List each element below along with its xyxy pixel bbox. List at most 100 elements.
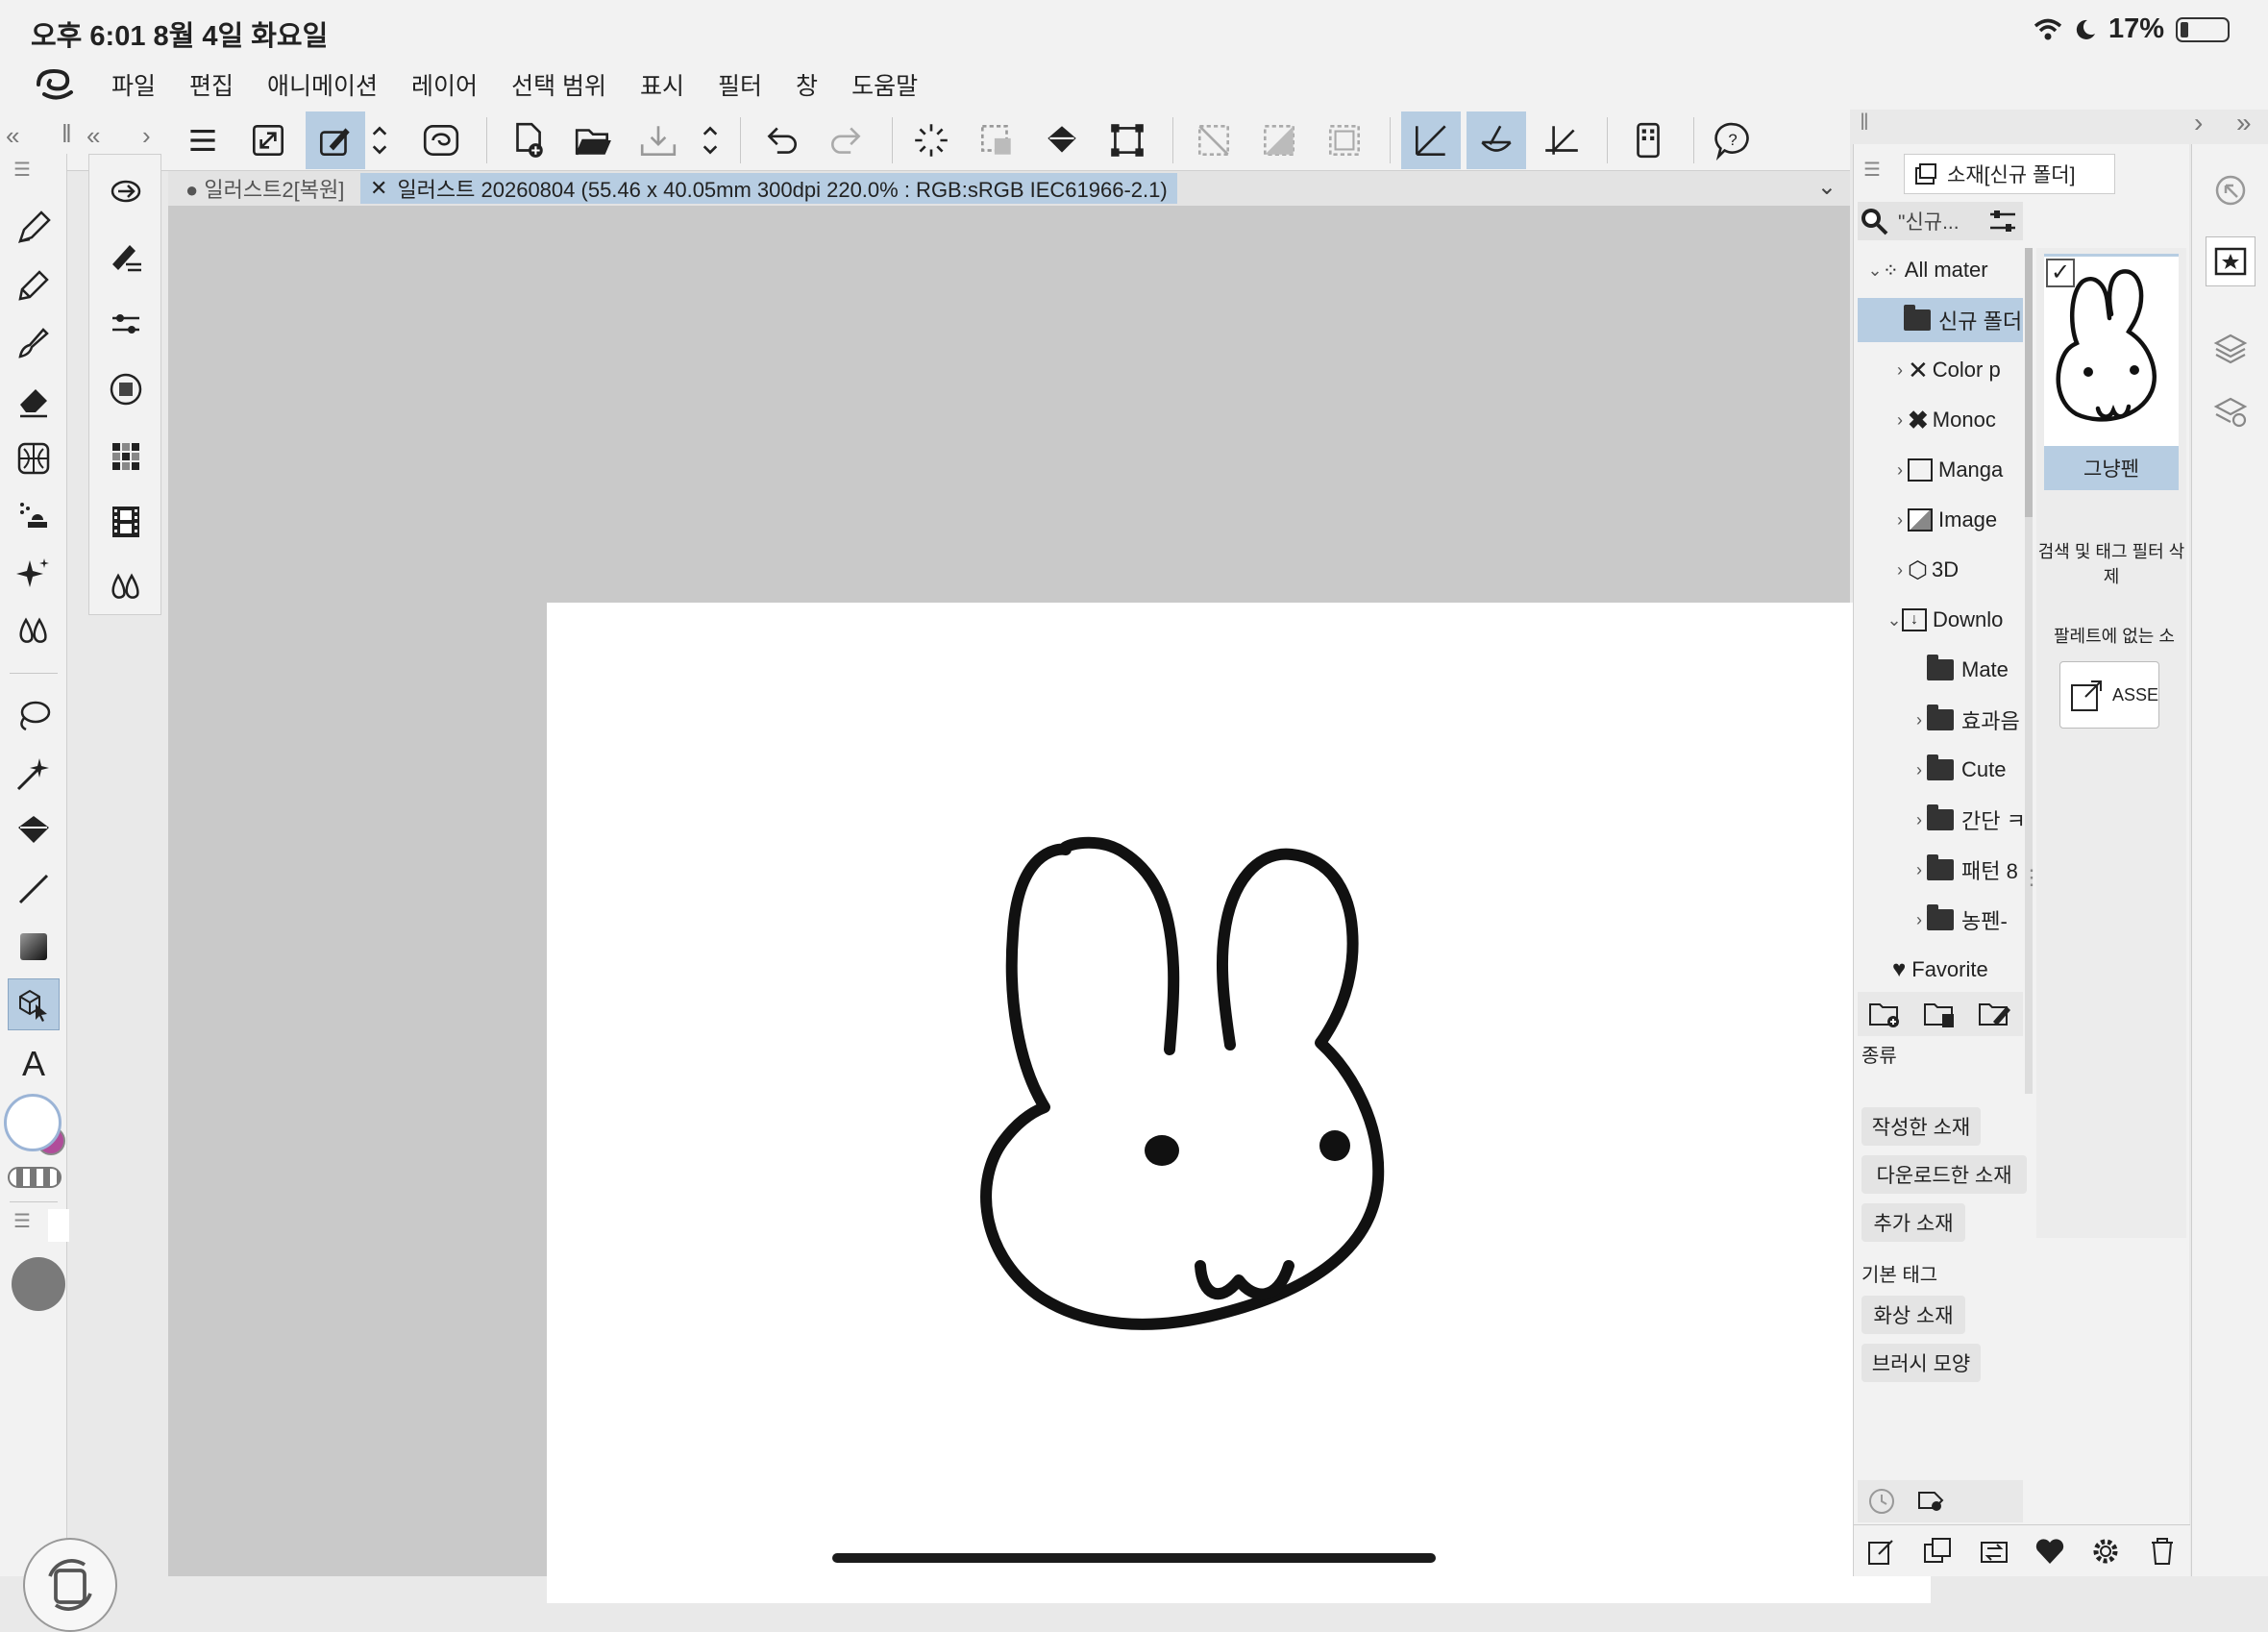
layers-button[interactable] — [2206, 323, 2256, 373]
transform-button[interactable] — [1097, 111, 1157, 169]
tree-item-3d[interactable]: › ⬡ 3D — [1892, 548, 2023, 592]
tag-downloaded[interactable]: 다운로드한 소재 — [1861, 1155, 2027, 1194]
tree-item-sfx[interactable]: › 효과음 — [1911, 698, 2023, 742]
menu-animation[interactable]: 애니메이션 — [267, 67, 378, 102]
tool-line[interactable] — [8, 863, 60, 915]
loading-button[interactable] — [901, 111, 961, 169]
tool-pen[interactable] — [8, 202, 60, 254]
tree-scroll-thumb[interactable] — [2025, 248, 2033, 517]
fullscreen-button[interactable] — [238, 111, 298, 169]
tag-image-material[interactable]: 화상 소재 — [1861, 1296, 1965, 1334]
menu-filter[interactable]: 필터 — [718, 67, 762, 102]
object-mode-button[interactable] — [306, 111, 365, 169]
tool-text[interactable]: A — [8, 1036, 60, 1088]
replace-icon[interactable] — [1978, 1535, 2010, 1568]
material-dock-button[interactable] — [2206, 236, 2256, 286]
expand-icon[interactable]: › — [142, 121, 151, 151]
brush-size-tab[interactable] — [48, 1209, 69, 1242]
ruler-button-1[interactable] — [1401, 111, 1461, 169]
brush-size-preview[interactable] — [12, 1257, 65, 1311]
clear-filter-link[interactable]: 검색 및 태그 필터 삭제 — [2036, 538, 2186, 588]
collapse-sub-icon[interactable]: « — [86, 121, 100, 151]
dock-expand-icon[interactable]: › — [2194, 108, 2203, 138]
main-color-swatch[interactable] — [4, 1094, 62, 1151]
paste-icon[interactable] — [1865, 1535, 1898, 1568]
tab-illust2-restored[interactable]: ● 일러스트2[복원] — [176, 173, 354, 204]
material-thumbnail-card[interactable]: ✓ — [2044, 254, 2179, 465]
rotate-canvas-button[interactable] — [23, 1538, 117, 1632]
new-folder-icon[interactable] — [1868, 999, 1903, 1029]
canvas-paper[interactable] — [547, 603, 1931, 1603]
grip-icon[interactable]: ‖ — [62, 119, 72, 149]
tab-dropdown-icon[interactable]: ⌄ — [1817, 173, 1837, 201]
menu-layer[interactable]: 레이어 — [411, 67, 478, 102]
tree-item-cute[interactable]: › Cute — [1911, 748, 2023, 792]
save-button[interactable] — [629, 111, 688, 169]
tree-item-download[interactable]: ⌄ ↓ Downlo — [1886, 598, 2023, 642]
tool-lasso[interactable] — [8, 690, 60, 742]
tag-search-icon[interactable] — [1915, 1487, 1948, 1516]
help-button[interactable]: ? — [1703, 111, 1763, 169]
updown-button-2[interactable] — [694, 111, 727, 169]
favorite-heart-icon[interactable] — [2034, 1535, 2066, 1568]
tool-airbrush[interactable] — [8, 490, 60, 542]
filter-settings-icon[interactable] — [1986, 205, 2019, 237]
redo-button[interactable] — [817, 111, 876, 169]
ruler-button-2[interactable] — [1467, 111, 1526, 169]
ruler-button-3[interactable] — [1532, 111, 1591, 169]
tag-created-btn[interactable]: 작성한 소재 — [1861, 1107, 1981, 1146]
menu-selection[interactable]: 선택 범위 — [511, 67, 606, 102]
tool-eraser[interactable] — [8, 375, 60, 427]
tree-item-new-folder[interactable]: 신규 폴더 — [1858, 298, 2023, 342]
assets-button[interactable]: ASSE — [2059, 661, 2159, 729]
tool-gradient[interactable] — [8, 921, 60, 973]
copy-to-layer-icon[interactable] — [1921, 1535, 1954, 1568]
tool-blend[interactable] — [8, 606, 60, 657]
menu-help[interactable]: 도움말 — [851, 67, 918, 102]
material-search-bar[interactable]: "신규... — [1858, 202, 2023, 240]
menu-hamburger-button[interactable] — [173, 111, 233, 169]
new-canvas-button[interactable] — [498, 111, 557, 169]
panel-menu-icon-3[interactable]: ☰ — [1863, 158, 1881, 182]
tree-item-manga[interactable]: › Manga — [1892, 448, 2023, 492]
panel-menu-icon[interactable]: ☰ — [13, 158, 31, 182]
tree-item-color-pattern[interactable]: › ✕ Color p — [1892, 348, 2023, 392]
tree-item-all[interactable]: ⌄ ⁘ All mater — [1867, 248, 2021, 292]
edit-folder-icon[interactable] — [1978, 999, 2012, 1029]
delete-folder-icon[interactable] — [1923, 999, 1958, 1029]
undo-button[interactable] — [752, 111, 811, 169]
clock-icon[interactable] — [1867, 1487, 1896, 1516]
layer-properties-button[interactable] — [2206, 386, 2256, 436]
canvas-area[interactable] — [168, 206, 1931, 1603]
panel-grip-icon[interactable]: ‖ — [1860, 110, 1869, 136]
collapse-left-icon[interactable]: « — [6, 121, 19, 151]
updown-button[interactable] — [363, 111, 396, 169]
transparent-color-toggle[interactable] — [8, 1167, 62, 1188]
deselect-button[interactable] — [967, 111, 1026, 169]
close-tab-icon[interactable]: ✕ — [370, 176, 387, 201]
navigator-button[interactable] — [2206, 165, 2256, 215]
tree-item-pattern[interactable]: › 패턴 8 — [1911, 848, 2023, 892]
subtool-palette[interactable] — [103, 433, 149, 480]
tree-item-nongpen[interactable]: › 농펜- — [1911, 898, 2023, 942]
tool-effect[interactable] — [8, 548, 60, 600]
tool-operation[interactable] — [8, 978, 60, 1030]
tool-fill[interactable] — [8, 805, 60, 857]
menu-edit[interactable]: 편집 — [189, 67, 234, 102]
tool-decoration[interactable] — [8, 433, 60, 484]
settings-gear-icon[interactable] — [2089, 1535, 2122, 1568]
select-border-button[interactable] — [1315, 111, 1374, 169]
open-button[interactable] — [563, 111, 623, 169]
tree-item-simple[interactable]: › 간단 ㅋ — [1911, 798, 2023, 842]
tree-item-mate[interactable]: Mate — [1927, 648, 2023, 692]
subtool-adjust[interactable] — [103, 301, 149, 347]
divider-handle-icon[interactable]: ⋮ — [2021, 865, 2042, 890]
tool-magic-wand[interactable] — [8, 748, 60, 800]
clear-inside-button[interactable] — [1249, 111, 1309, 169]
subtool-pen-settings[interactable] — [103, 235, 149, 282]
tool-brush[interactable] — [8, 317, 60, 369]
tree-item-image[interactable]: › Image — [1892, 498, 2023, 542]
dock-collapse-icon[interactable]: » — [2236, 108, 2252, 138]
tag-brush-shape[interactable]: 브러시 모양 — [1861, 1344, 1981, 1382]
tag-added[interactable]: 추가 소재 — [1861, 1203, 1965, 1242]
